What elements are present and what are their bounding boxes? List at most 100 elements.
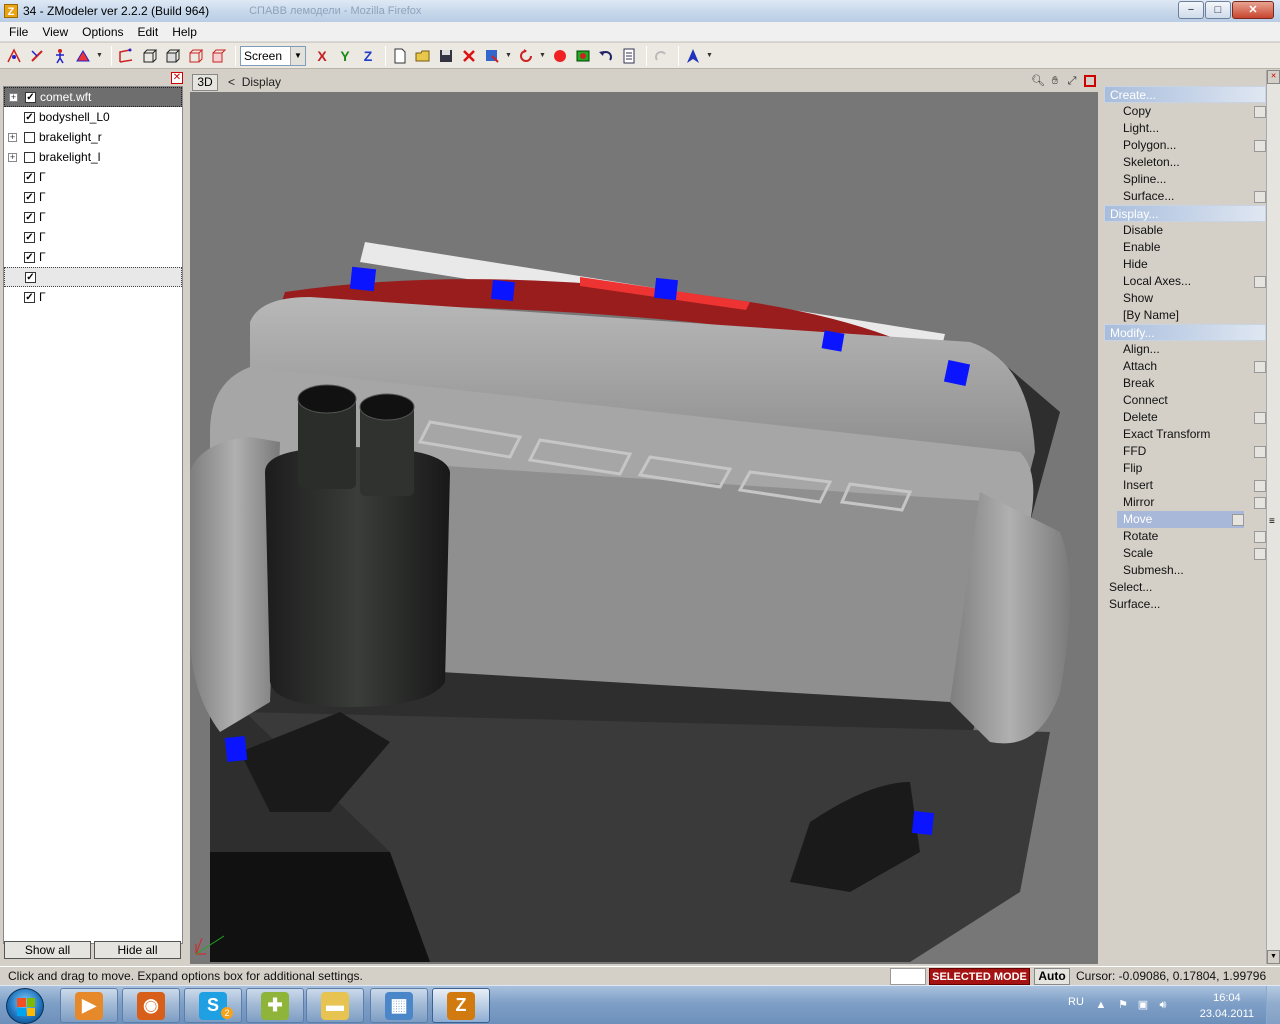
menu-options[interactable]: Options [75, 25, 130, 39]
clock[interactable]: 16:04 23.04.2011 [1200, 990, 1254, 1022]
command-item[interactable]: Mirror [1104, 494, 1266, 511]
command-item[interactable]: Hide [1104, 256, 1266, 273]
options-box-icon[interactable] [1254, 412, 1266, 424]
taskbar-app-image-viewer[interactable]: ▦ [370, 988, 428, 1023]
start-button[interactable] [6, 988, 44, 1024]
status-input[interactable] [890, 968, 926, 985]
visibility-checkbox[interactable] [24, 131, 35, 143]
menu-edit[interactable]: Edit [131, 25, 166, 39]
taskbar-app-explorer[interactable]: ▬ [306, 988, 364, 1023]
visibility-checkbox[interactable]: ✓ [24, 291, 35, 303]
options-box-icon[interactable] [1254, 548, 1266, 560]
command-item[interactable]: Rotate [1104, 528, 1266, 545]
zmodeler-app-icon[interactable]: Z [4, 4, 18, 18]
axis-y-toggle[interactable]: Y [335, 48, 355, 64]
delete-icon[interactable] [459, 46, 479, 66]
action-center-icon[interactable]: ⚑ [1116, 998, 1130, 1012]
options-box-icon[interactable] [1254, 446, 1266, 458]
command-item[interactable]: [By Name] [1104, 307, 1266, 324]
volume-icon[interactable]: 🔊︎ [1156, 998, 1170, 1012]
command-item[interactable]: Spline... [1104, 171, 1266, 188]
taskbar-app-utility[interactable]: ✚ [246, 988, 304, 1023]
command-item[interactable]: Delete [1104, 409, 1266, 426]
close-icon[interactable] [1084, 75, 1096, 87]
command-item[interactable]: Skeleton... [1104, 154, 1266, 171]
box-icon[interactable] [139, 46, 159, 66]
tree-row[interactable]: + ✓ comet.wft [4, 87, 182, 107]
skeleton-icon[interactable] [50, 46, 70, 66]
command-item[interactable]: Show [1104, 290, 1266, 307]
chevron-down-icon[interactable]: ▼ [505, 52, 513, 59]
axis-z-toggle[interactable]: Z [358, 48, 378, 64]
command-item[interactable]: Move [1117, 511, 1244, 528]
command-item[interactable]: Exact Transform [1104, 426, 1266, 443]
tree-row[interactable]: ✓ bodyshell_L0 [4, 107, 182, 127]
close-button[interactable]: ✕ [1232, 1, 1274, 19]
command-item[interactable]: Insert [1104, 477, 1266, 494]
tree-row[interactable]: ✓ Г [4, 287, 182, 307]
options-box-icon[interactable] [1254, 276, 1266, 288]
maximize-icon[interactable]: ⤢ [1064, 73, 1080, 89]
chevron-up-icon[interactable]: ▲ [1094, 998, 1108, 1012]
chevron-down-icon[interactable]: ▼ [96, 52, 104, 59]
tree-row[interactable]: + brakelight_r [4, 127, 182, 147]
box-red-icon[interactable] [185, 46, 205, 66]
selected-mode-indicator[interactable]: SELECTED MODE [929, 968, 1030, 985]
record-icon[interactable] [550, 46, 570, 66]
command-item[interactable]: Enable [1104, 239, 1266, 256]
command-item[interactable]: Polygon... [1104, 137, 1266, 154]
auto-toggle[interactable]: Auto [1034, 968, 1070, 985]
visibility-checkbox[interactable] [24, 151, 35, 163]
command-item[interactable]: Connect [1104, 392, 1266, 409]
new-file-icon[interactable] [390, 46, 410, 66]
edge-select-icon[interactable] [27, 46, 47, 66]
viewport-mode-button[interactable]: 3D [192, 74, 218, 91]
breadcrumb-display[interactable]: Display [242, 75, 281, 89]
options-box-icon[interactable] [1254, 106, 1266, 118]
hide-all-button[interactable]: Hide all [94, 941, 181, 959]
visibility-checkbox[interactable]: ✓ [24, 171, 35, 183]
language-indicator[interactable]: RU [1068, 996, 1084, 1008]
maximize-button[interactable]: □ [1205, 1, 1231, 19]
command-item[interactable]: Flip [1104, 460, 1266, 477]
tree-row[interactable]: ✓ Г [4, 227, 182, 247]
wire-frame-icon[interactable] [116, 46, 136, 66]
options-box-icon[interactable] [1254, 140, 1266, 152]
coordinate-space-select[interactable]: Screen ▼ [240, 45, 306, 66]
command-item[interactable]: Attach [1104, 358, 1266, 375]
box-hidden-icon[interactable] [208, 46, 228, 66]
close-icon[interactable]: ✕ [1267, 70, 1280, 84]
show-all-button[interactable]: Show all [4, 941, 91, 959]
zoom-icon[interactable]: 🔍︎ [1030, 73, 1046, 89]
expand-icon[interactable]: + [8, 132, 17, 142]
open-folder-icon[interactable] [413, 46, 433, 66]
command-item[interactable]: Break [1104, 375, 1266, 392]
taskbar-app-zmodeler[interactable]: Z [432, 988, 490, 1023]
tree-row[interactable]: ✓ Г [4, 187, 182, 207]
show-desktop-button[interactable] [1266, 986, 1280, 1024]
visibility-checkbox[interactable]: ✓ [25, 91, 36, 103]
options-box-icon[interactable] [1254, 497, 1266, 509]
chevron-down-icon[interactable]: ▼ [290, 46, 305, 65]
visibility-checkbox[interactable]: ✓ [24, 111, 35, 123]
menu-file[interactable]: File [2, 25, 35, 39]
visibility-checkbox[interactable]: ✓ [24, 211, 35, 223]
undo-icon[interactable] [596, 46, 616, 66]
axis-marker-icon[interactable] [683, 46, 703, 66]
command-item[interactable]: Local Axes... [1104, 273, 1266, 290]
taskbar-app-skype[interactable]: S2 [184, 988, 242, 1023]
options-box-icon[interactable] [1254, 361, 1266, 373]
menu-help[interactable]: Help [165, 25, 204, 39]
minimize-button[interactable]: − [1178, 1, 1204, 19]
category-display[interactable]: Display... [1104, 205, 1266, 222]
expand-icon[interactable]: + [8, 152, 17, 162]
tree-row[interactable]: ✓ Г [4, 247, 182, 267]
network-icon[interactable]: ▣ [1136, 998, 1150, 1012]
box-faces-icon[interactable] [162, 46, 182, 66]
chevron-down-icon[interactable]: ▼ [539, 52, 547, 59]
render-icon[interactable] [573, 46, 593, 66]
options-box-icon[interactable] [1254, 531, 1266, 543]
chevron-down-icon[interactable]: ▼ [706, 52, 714, 59]
category-modify[interactable]: Modify... [1104, 324, 1266, 341]
tree-row[interactable]: + brakelight_l [4, 147, 182, 167]
